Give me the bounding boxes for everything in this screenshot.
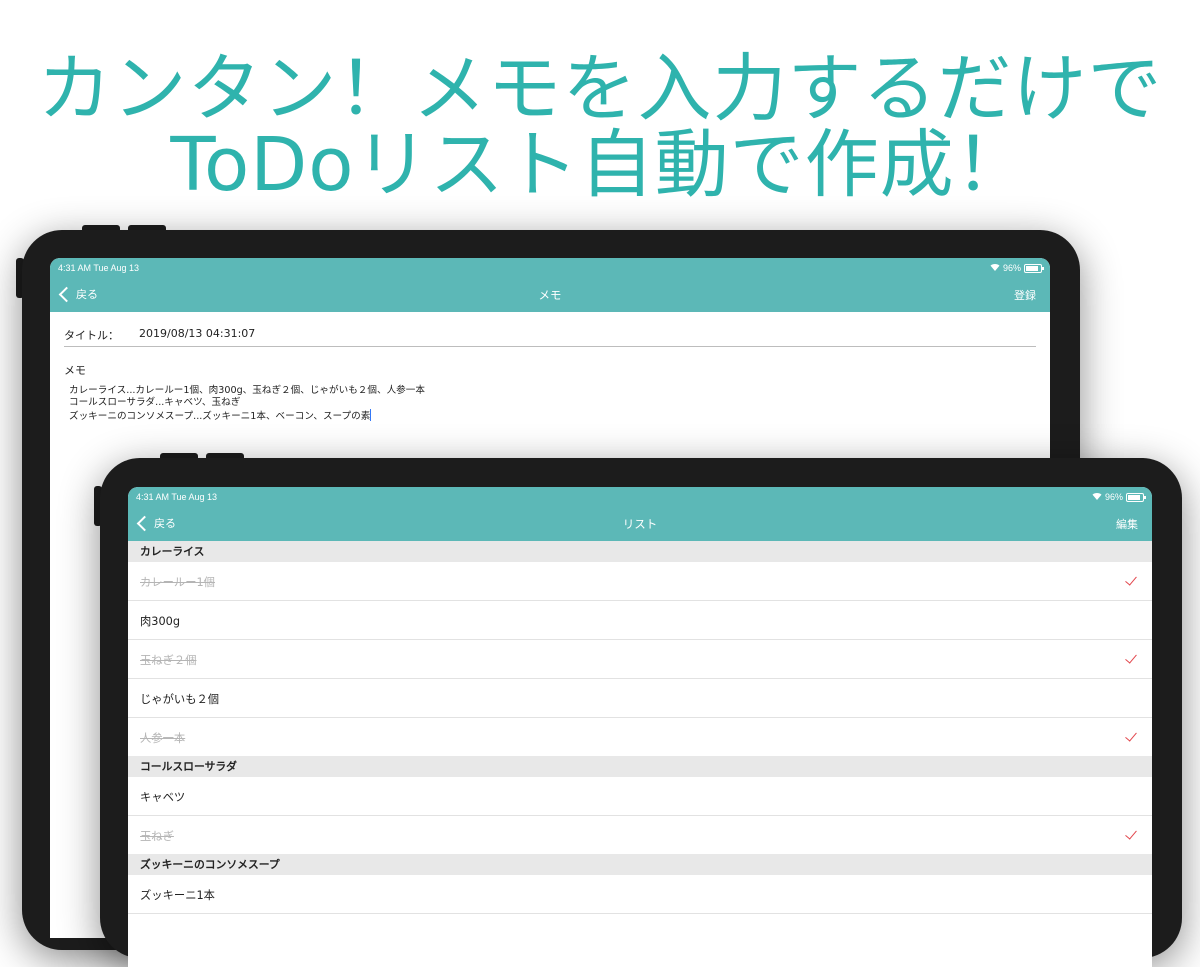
list-item-label: じゃがいも２個 bbox=[140, 693, 220, 706]
battery-icon bbox=[1024, 263, 1044, 273]
list-item-label: 玉ねぎ bbox=[140, 830, 174, 843]
checkmark-icon bbox=[1125, 729, 1137, 742]
checkmark-icon bbox=[1125, 827, 1137, 840]
list-item-label: キャベツ bbox=[140, 791, 186, 804]
battery-percent: 96% bbox=[1104, 492, 1123, 502]
nav-bar: 戻る リスト 編集 bbox=[128, 507, 1152, 541]
status-time: 4:31 AM Tue Aug 13 bbox=[136, 492, 218, 502]
status-bar: 4:31 AM Tue Aug 13 96% bbox=[128, 487, 1152, 507]
list-screen: 4:31 AM Tue Aug 13 96% 戻る リスト 編集 カレーライス … bbox=[128, 487, 1152, 967]
section-header: ズッキーニのコンソメスープ bbox=[128, 854, 1152, 875]
wifi-icon bbox=[990, 263, 1000, 273]
title-value: 2019/08/13 04:31:07 bbox=[139, 327, 256, 340]
list-item[interactable]: 肉300g bbox=[128, 601, 1152, 640]
list-item-label: ズッキーニ1本 bbox=[140, 889, 215, 902]
title-label: タイトル： bbox=[64, 329, 119, 342]
list-item[interactable]: 玉ねぎ２個 bbox=[128, 640, 1152, 679]
checkmark-icon bbox=[1125, 651, 1137, 664]
todo-list: カレーライス カレールー1個 肉300g 玉ねぎ２個 じゃがいも２個 人参一本 … bbox=[128, 541, 1152, 914]
text-cursor bbox=[370, 409, 372, 421]
list-item[interactable]: 人参一本 bbox=[128, 718, 1152, 756]
list-item-label: カレールー1個 bbox=[140, 576, 215, 589]
list-item[interactable]: じゃがいも２個 bbox=[128, 679, 1152, 718]
list-item[interactable]: カレールー1個 bbox=[128, 562, 1152, 601]
edit-button[interactable]: 編集 bbox=[1116, 516, 1138, 532]
list-item[interactable]: ズッキーニ1本 bbox=[128, 875, 1152, 914]
list-item-label: 肉300g bbox=[140, 615, 181, 628]
list-item-label: 玉ねぎ２個 bbox=[140, 654, 197, 667]
memo-line: カレーライス...カレールー1個、肉300g、玉ねぎ２個、じゃがいも２個、人参一… bbox=[69, 385, 425, 396]
section-header: コールスローサラダ bbox=[128, 756, 1152, 777]
list-item[interactable]: キャベツ bbox=[128, 777, 1152, 816]
list-item[interactable]: 玉ねぎ bbox=[128, 816, 1152, 854]
nav-title: メモ bbox=[538, 288, 562, 302]
memo-label: メモ bbox=[64, 364, 86, 377]
battery-percent: 96% bbox=[1002, 263, 1021, 273]
status-bar: 4:31 AM Tue Aug 13 96% bbox=[50, 258, 1050, 278]
wifi-icon bbox=[1092, 492, 1102, 502]
battery-icon bbox=[1126, 492, 1146, 502]
memo-line: コールスローサラダ...キャベツ、玉ねぎ bbox=[69, 397, 241, 408]
memo-line-last: ズッキーニのコンソメスープ...ズッキーニ1本、ベーコン、スープの素 bbox=[69, 409, 969, 423]
list-item-label: 人参一本 bbox=[140, 732, 186, 745]
checkmark-icon bbox=[1125, 573, 1137, 586]
memo-line: ズッキーニのコンソメスープ...ズッキーニ1本、ベーコン、スープの素 bbox=[69, 411, 371, 422]
memo-text-area[interactable]: カレーライス...カレールー1個、肉300g、玉ねぎ２個、じゃがいも２個、人参一… bbox=[69, 385, 969, 423]
status-time: 4:31 AM Tue Aug 13 bbox=[58, 263, 140, 273]
register-button[interactable]: 登録 bbox=[1014, 287, 1036, 303]
nav-bar: 戻る メモ 登録 bbox=[50, 278, 1050, 312]
title-field[interactable]: タイトル： 2019/08/13 04:31:07 bbox=[64, 324, 1036, 347]
headline-line-2: ToDoリスト自動で作成！ bbox=[170, 122, 1030, 208]
nav-title: リスト bbox=[622, 517, 658, 531]
headline-line-1: カンタン！メモを入力するだけで bbox=[37, 46, 1163, 132]
section-header: カレーライス bbox=[128, 541, 1152, 562]
